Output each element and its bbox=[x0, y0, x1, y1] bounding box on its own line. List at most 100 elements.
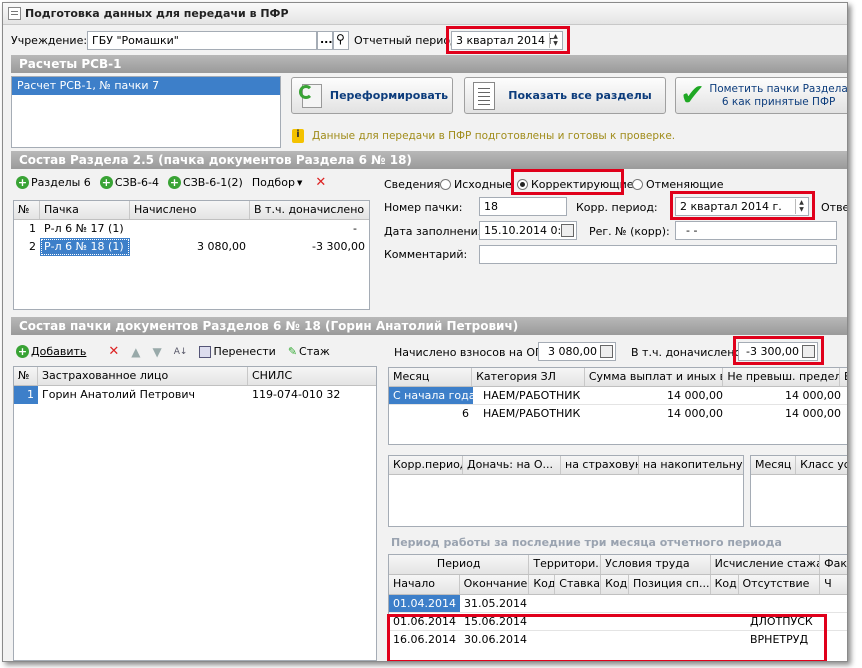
arrow-up-icon: ▲ bbox=[131, 344, 141, 359]
cell-empty bbox=[530, 595, 742, 612]
col-funded[interactable]: на накопительную bbox=[639, 456, 743, 474]
delete-button[interactable]: ✕ bbox=[312, 174, 329, 191]
col-more[interactable]: В bbox=[840, 368, 847, 386]
table-row[interactable]: 2 Р-л 6 № 18 (1) 3 080,00 -3 300,00 bbox=[14, 238, 369, 256]
ops-label: Начислено взносов на ОПС: bbox=[394, 346, 555, 359]
pack-no-label: Номер пачки: bbox=[384, 201, 463, 214]
plus-icon: + bbox=[168, 176, 182, 189]
add-label: Добавить bbox=[31, 345, 87, 358]
radio-icon bbox=[440, 179, 451, 190]
col-stazh-code[interactable]: Код bbox=[711, 575, 739, 594]
move-down-button[interactable]: ▼ bbox=[150, 343, 165, 360]
col-n[interactable]: № bbox=[14, 201, 40, 219]
fill-date-value: 15.10.2014 0:0( bbox=[484, 224, 573, 237]
col-extra[interactable]: В т.ч. доначислено bbox=[250, 201, 369, 219]
move-up-button[interactable]: ▲ bbox=[128, 343, 143, 360]
cell-accrued bbox=[130, 220, 250, 238]
rsv-list-item[interactable]: Расчет РСВ-1, № пачки 7 bbox=[12, 77, 280, 95]
cell-snils: 119-074-010 32 bbox=[252, 388, 341, 401]
cell-pack: Р-л 6 № 17 (1) bbox=[44, 222, 124, 235]
section25-toolbar: + Разделы 6 + СЗВ-6-4 + СЗВ-6-1(2) Подбор ▼ … bbox=[13, 174, 329, 191]
table-row[interactable]: 6 НАЕМ/РАБОТНИК 14 000,00 14 000,00 bbox=[389, 405, 847, 423]
col-insurance[interactable]: на страховую bbox=[561, 456, 639, 474]
search-icon[interactable]: ⚲ bbox=[333, 31, 349, 50]
group-conditions[interactable]: Условия труда bbox=[601, 555, 711, 574]
cell-n: 1 bbox=[29, 222, 36, 235]
col-month[interactable]: Месяц bbox=[389, 368, 473, 386]
cell-n: 2 bbox=[29, 240, 36, 253]
select-dropdown[interactable]: Подбор ▼ bbox=[249, 174, 306, 191]
col-cond-code[interactable]: Код bbox=[601, 575, 629, 594]
reform-icon bbox=[298, 82, 326, 110]
stazh-button[interactable]: ✎ Стаж bbox=[285, 343, 333, 360]
col-category[interactable]: Категория ЗЛ bbox=[472, 368, 585, 386]
reg-no-label: Рег. № (корр): bbox=[589, 225, 670, 238]
move-button[interactable]: Перенести bbox=[196, 343, 278, 360]
delete-person-button[interactable]: ✕ bbox=[105, 343, 122, 360]
sort-button[interactable]: A↓ bbox=[171, 343, 191, 360]
calculator-icon[interactable] bbox=[600, 345, 613, 358]
group-stazh[interactable]: Исчисление стажа bbox=[711, 555, 821, 574]
group-period[interactable]: Период bbox=[389, 555, 530, 574]
org-select-button[interactable]: ... bbox=[317, 31, 333, 50]
table-row[interactable]: 1 Р-л 6 № 17 (1) - bbox=[14, 220, 369, 238]
reform-button[interactable]: Переформировать bbox=[291, 77, 453, 114]
col-snils[interactable]: СНИЛС bbox=[248, 367, 376, 385]
rsv-list[interactable]: Расчет РСВ-1, № пачки 7 bbox=[11, 76, 281, 148]
add-button[interactable]: + Добавить bbox=[13, 343, 89, 360]
group-fact[interactable]: Факт bbox=[820, 555, 847, 574]
table-row[interactable]: 01.04.2014 31.05.2014 bbox=[389, 595, 847, 613]
col-add-ops[interactable]: Доначь: на О... bbox=[463, 456, 561, 474]
cell-start: 01.04.2014 bbox=[389, 595, 460, 612]
table-row[interactable]: 1 Горин Анатолий Петрович 119-074-010 32 bbox=[14, 386, 376, 404]
comment-field[interactable] bbox=[479, 245, 837, 264]
show-sections-button[interactable]: Показать все разделы bbox=[464, 77, 666, 114]
calendar-icon[interactable] bbox=[561, 224, 574, 237]
col-position[interactable]: Позиция сп... bbox=[629, 575, 711, 594]
szv61-button[interactable]: + СЗВ-6-1(2) bbox=[165, 174, 246, 191]
table-row[interactable]: С начала года НАЕМ/РАБОТНИК 14 000,00 14… bbox=[389, 387, 847, 405]
payments-table: Месяц Категория ЗЛ Сумма выплат и иных в… bbox=[388, 367, 847, 445]
col-h[interactable]: Ч bbox=[820, 575, 847, 594]
col-accrued[interactable]: Начислено bbox=[130, 201, 250, 219]
sections6-label: Разделы 6 bbox=[31, 176, 91, 189]
col-sum[interactable]: Сумма выплат и иных в... bbox=[585, 368, 724, 386]
cell-month: 6 bbox=[462, 407, 469, 420]
col-end[interactable]: Окончание bbox=[460, 575, 530, 594]
org-field[interactable]: ГБУ "Ромашки" bbox=[87, 31, 317, 50]
info-icon: i bbox=[292, 129, 304, 143]
document-list-icon bbox=[473, 81, 495, 110]
fill-date-field[interactable]: 15.10.2014 0:0( bbox=[479, 221, 577, 240]
radio-initial[interactable]: Исходные bbox=[440, 178, 512, 191]
packs-table: № Пачка Начислено В т.ч. доначислено 1 Р… bbox=[13, 200, 370, 310]
col-start[interactable]: Начало bbox=[389, 575, 460, 594]
comment-label: Комментарий: bbox=[384, 248, 468, 261]
ops-value: 3 080,00 bbox=[548, 345, 597, 358]
select-label: Подбор bbox=[251, 176, 295, 189]
cell-sum: 14 000,00 bbox=[667, 389, 723, 402]
title-bar: Подготовка данных для передачи в ПФР bbox=[3, 3, 847, 25]
szv64-button[interactable]: + СЗВ-6-4 bbox=[97, 174, 162, 191]
col-limit[interactable]: Не превыш. предел... bbox=[723, 368, 841, 386]
col-person[interactable]: Застрахованное лицо bbox=[38, 367, 248, 385]
radio-cancel[interactable]: Отменяющие bbox=[632, 178, 723, 191]
col-terr-code[interactable]: Код bbox=[529, 575, 556, 594]
group-territory[interactable]: Территори... bbox=[529, 555, 602, 574]
col-absence[interactable]: Отсутствие bbox=[739, 575, 821, 594]
col-n[interactable]: № bbox=[14, 367, 38, 385]
rsv-info-text: Данные для передачи в ПФР подготовлены и… bbox=[312, 130, 676, 142]
stazh-label: Стаж bbox=[299, 345, 330, 358]
sections6-button[interactable]: + Разделы 6 bbox=[13, 174, 94, 191]
section25-header: Состав Раздела 2.5 (пачка документов Раз… bbox=[11, 151, 847, 169]
period-label: Отчетный период bbox=[354, 34, 458, 47]
reg-no-field[interactable]: - - bbox=[675, 221, 837, 240]
ops-field[interactable]: 3 080,00 bbox=[538, 342, 616, 361]
cell-person: Горин Анатолий Петрович bbox=[42, 388, 195, 401]
col-pack[interactable]: Пачка bbox=[40, 201, 130, 219]
col-corr-period[interactable]: Корр.период bbox=[389, 456, 463, 474]
col-month[interactable]: Месяц bbox=[751, 456, 797, 474]
mark-accepted-button[interactable]: ✔ Пометить пачки Раздела 6 как принятые … bbox=[675, 77, 847, 114]
col-class[interactable]: Класс ус bbox=[796, 456, 847, 474]
col-rate[interactable]: Ставка bbox=[555, 575, 602, 594]
pack-no-field[interactable]: 18 bbox=[479, 197, 567, 216]
